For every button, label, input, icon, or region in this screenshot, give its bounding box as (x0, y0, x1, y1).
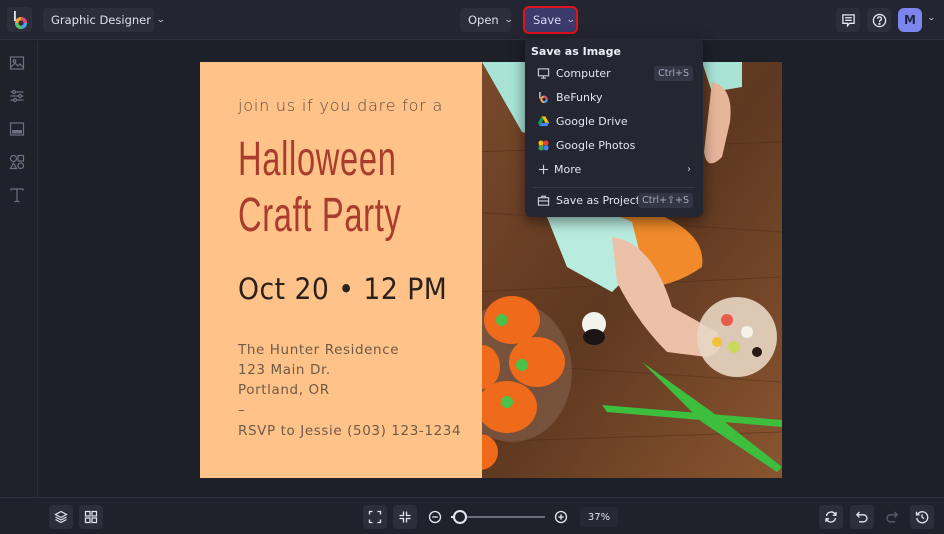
address-line: Portland, OR (238, 382, 330, 398)
top-bar: Graphic Designer ⌄ Open ⌄ Save ⌄ M ⌄ (0, 0, 944, 40)
comment-icon (841, 13, 855, 28)
save-dropdown-menu: Save as Image Computer Ctrl+S BeFunky Go… (525, 38, 703, 217)
collapse-icon (399, 511, 411, 523)
menu-item-label: Computer (556, 66, 611, 80)
address-separator: – (238, 402, 246, 418)
zoom-in-icon (554, 510, 568, 524)
shortcut-badge: Ctrl+⇧+S (638, 192, 693, 208)
chevron-down-icon: ⌄ (566, 15, 576, 25)
sidebar-item-text[interactable] (8, 186, 26, 204)
menu-item-label: Google Drive (556, 114, 628, 128)
layers-button[interactable] (49, 505, 73, 529)
help-icon (872, 13, 886, 27)
event-date: Oct 20 • 12 PM (238, 272, 448, 306)
sidebar-item-layouts[interactable] (8, 120, 26, 138)
menu-item-google-photos[interactable]: Google Photos (525, 134, 703, 156)
zoom-out-button[interactable] (423, 505, 447, 529)
sidebar-item-image-manager[interactable] (8, 54, 26, 72)
title-line-1: Halloween (238, 133, 397, 186)
menu-item-label: Save as Project (556, 193, 641, 207)
expand-icon (368, 510, 382, 524)
app-mode-dropdown[interactable]: Graphic Designer ⌄ (43, 8, 166, 32)
layout-icon (9, 122, 25, 136)
save-label: Save (533, 13, 562, 27)
shapes-icon (9, 154, 25, 170)
undo-button[interactable] (850, 505, 874, 529)
address-line: The Hunter Residence (238, 342, 400, 358)
title-line-2: Craft Party (238, 189, 402, 242)
reset-button[interactable] (819, 505, 843, 529)
zoom-slider-handle[interactable] (453, 510, 468, 524)
sidebar-item-graphics[interactable] (8, 153, 26, 171)
text-icon (10, 188, 24, 203)
google-photos-icon (537, 139, 549, 151)
befunky-logo[interactable] (7, 7, 32, 32)
zoom-out-icon (428, 510, 442, 524)
history-icon (915, 511, 929, 524)
app-mode-label: Graphic Designer (51, 13, 151, 27)
undo-icon (855, 511, 868, 523)
feedback-button[interactable] (836, 8, 860, 32)
menu-item-befunky[interactable]: BeFunky (525, 86, 703, 108)
zoom-in-button[interactable] (549, 505, 573, 529)
befunky-icon (538, 91, 548, 103)
chevron-right-icon: › (687, 163, 691, 175)
redo-icon (886, 511, 899, 523)
redo-button[interactable] (880, 505, 904, 529)
left-sidebar (0, 41, 38, 497)
zigzag-edge (470, 62, 482, 478)
layers-icon (54, 510, 68, 524)
open-label: Open (468, 13, 499, 27)
google-drive-icon (537, 115, 549, 126)
open-button[interactable]: Open ⌄ (460, 8, 514, 32)
invitation-text-panel: join us if you dare for a Halloween Craf… (200, 62, 482, 478)
zoom-slider[interactable] (451, 510, 545, 524)
menu-item-save-as-project[interactable]: Save as Project Ctrl+⇧+S (525, 189, 703, 211)
briefcase-icon (537, 195, 549, 206)
avatar-initial: M (904, 13, 916, 27)
fit-to-screen-button[interactable] (363, 505, 387, 529)
menu-heading: Save as Image (531, 45, 621, 58)
actual-size-button[interactable] (393, 505, 417, 529)
grid-icon (84, 510, 98, 524)
befunky-logo-icon (13, 10, 27, 29)
sliders-icon (10, 89, 24, 103)
zoom-percentage[interactable]: 37% (580, 507, 618, 527)
menu-item-label: BeFunky (556, 90, 603, 104)
history-button[interactable] (910, 505, 934, 529)
invitation-subtitle: join us if you dare for a (238, 96, 444, 115)
shortcut-badge: Ctrl+S (654, 65, 693, 81)
menu-item-more[interactable]: More › (525, 158, 703, 180)
menu-item-computer[interactable]: Computer Ctrl+S (525, 62, 703, 84)
menu-divider (533, 187, 695, 188)
account-chevron-down-icon[interactable]: ⌄ (927, 13, 936, 22)
grid-view-button[interactable] (79, 505, 103, 529)
image-icon (9, 56, 25, 70)
rsvp-line: RSVP to Jessie (503) 123-1234 (238, 423, 462, 439)
help-button[interactable] (867, 8, 891, 32)
sidebar-item-edit[interactable] (8, 87, 26, 105)
chevron-down-icon: ⌄ (155, 15, 166, 25)
save-button[interactable]: Save ⌄ (523, 6, 578, 34)
chevron-down-icon: ⌄ (503, 15, 514, 25)
monitor-icon (537, 67, 549, 79)
invitation-title: Halloween Craft Party (238, 132, 401, 244)
plus-icon (538, 164, 548, 174)
bottom-toolbar: 37% (0, 497, 944, 534)
address-line: 123 Main Dr. (238, 362, 331, 378)
menu-item-label: Google Photos (556, 138, 636, 152)
menu-item-label: More (554, 162, 582, 176)
user-avatar[interactable]: M (898, 8, 922, 32)
menu-item-google-drive[interactable]: Google Drive (525, 110, 703, 132)
refresh-icon (825, 511, 837, 523)
